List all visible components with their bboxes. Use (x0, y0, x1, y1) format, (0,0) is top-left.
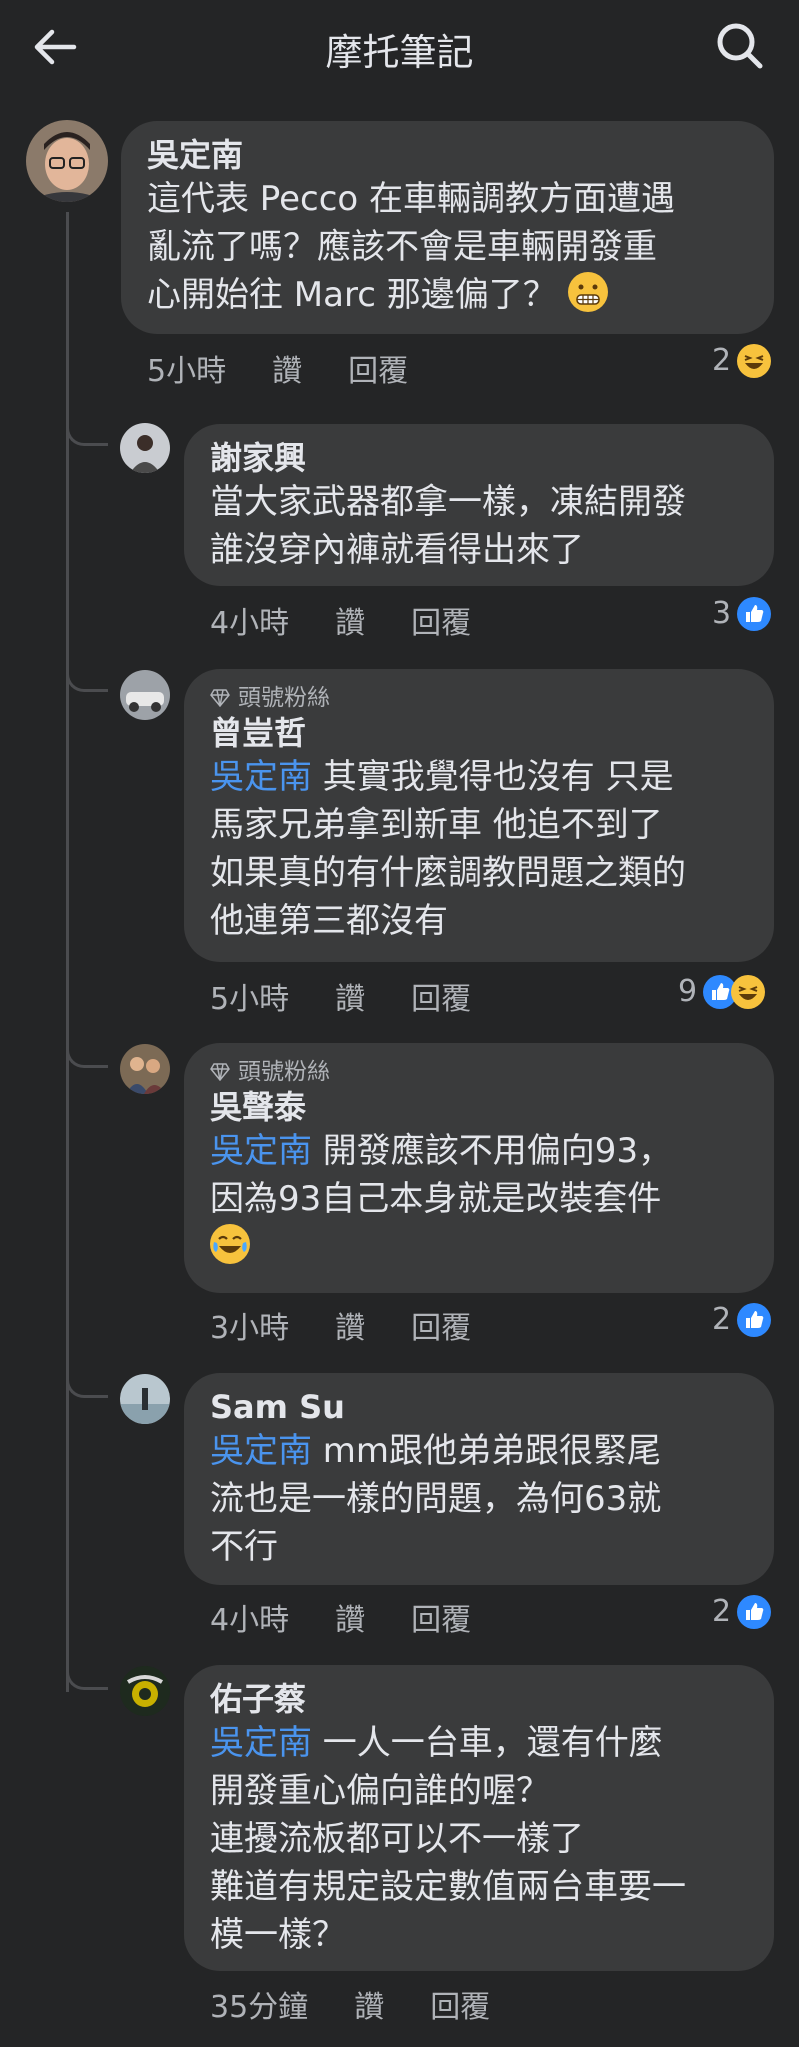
comment-time[interactable]: 4小時 (210, 598, 289, 642)
avatar[interactable] (120, 1666, 170, 1716)
comment-author[interactable]: 曾豈哲 (210, 713, 748, 753)
comment-bubble: 頭號粉絲 曾豈哲 吳定南 其實我覺得也沒有 只是 馬家兄弟拿到新車 他追不到了 … (184, 669, 774, 962)
diamond-icon (210, 689, 230, 707)
top-bar: 摩托筆記 (0, 0, 799, 96)
reaction-count: 9 (678, 974, 698, 1009)
tears-of-joy-emoji-icon (210, 1224, 250, 1264)
grimacing-emoji-icon (567, 272, 608, 312)
reaction-summary[interactable]: 2 (712, 1302, 772, 1337)
top-fan-badge: 頭號粉絲 (210, 683, 748, 713)
reply-button[interactable]: 回覆 (348, 346, 408, 390)
comment-meta: 4小時 讚 回覆 (210, 1595, 471, 1639)
comment-meta: 35分鐘 讚 回覆 (210, 1982, 490, 2026)
comment-meta: 5小時 讚 回覆 (210, 974, 471, 1018)
avatar[interactable] (120, 670, 170, 720)
comment-text: 吳定南 開發應該不用偏向93， 因為93自己本身就是改裝套件 (210, 1127, 748, 1271)
haha-reaction-icon (731, 974, 766, 1009)
comment-time[interactable]: 3小時 (210, 1303, 289, 1347)
thread-branch (66, 1358, 108, 1398)
mention-link[interactable]: 吳定南 (210, 757, 312, 797)
reply-button[interactable]: 回覆 (411, 1303, 471, 1347)
comment-author[interactable]: 吳定南 (147, 135, 748, 175)
comment-meta: 4小時 讚 回覆 (210, 598, 471, 642)
like-button[interactable]: 讚 (335, 598, 365, 642)
comment-time[interactable]: 5小時 (210, 974, 289, 1018)
comment-text: 當大家武器都拿一樣，凍結開發 誰沒穿內褲就看得出來了 (210, 482, 686, 570)
comment-text: 這代表 Pecco 在車輛調教方面遭遇 亂流了嗎？應該不會是車輛開發重 心開始往… (147, 179, 676, 315)
comment-author[interactable]: 佑子蔡 (210, 1679, 748, 1719)
comment-time[interactable]: 5小時 (147, 346, 226, 390)
reaction-summary[interactable]: 2 (712, 1594, 772, 1629)
haha-reaction-icon (737, 343, 772, 378)
mention-link[interactable]: 吳定南 (210, 1431, 312, 1471)
comment-text: 吳定南 其實我覺得也沒有 只是 馬家兄弟拿到新車 他追不到了 如果真的有什麼調教… (210, 757, 686, 941)
reply-button[interactable]: 回覆 (411, 598, 471, 642)
diamond-icon (210, 1063, 230, 1081)
comment-meta: 5小時 讚 回覆 (147, 346, 408, 390)
thread-branch (66, 406, 108, 446)
comment-bubble: 謝家興 當大家武器都拿一樣，凍結開發 誰沒穿內褲就看得出來了 (184, 424, 774, 586)
thread-branch (66, 1650, 108, 1690)
like-button[interactable]: 讚 (335, 1303, 365, 1347)
thread-branch (66, 1028, 108, 1068)
mention-link[interactable]: 吳定南 (210, 1723, 312, 1763)
avatar[interactable] (26, 120, 108, 202)
like-button[interactable]: 讚 (335, 1595, 365, 1639)
comment-time[interactable]: 4小時 (210, 1595, 289, 1639)
comment-time[interactable]: 35分鐘 (210, 1982, 308, 2026)
reaction-summary[interactable]: 9 (678, 974, 766, 1009)
reply-button[interactable]: 回覆 (411, 974, 471, 1018)
comment-author[interactable]: 謝家興 (210, 438, 748, 478)
like-button[interactable]: 讚 (335, 974, 365, 1018)
reaction-summary[interactable]: 2 (712, 343, 772, 378)
comment-bubble: 佑子蔡 吳定南 一人一台車，還有什麼 開發重心偏向誰的喔？ 連擾流板都可以不一樣… (184, 1665, 774, 1971)
search-icon[interactable] (712, 18, 766, 72)
like-reaction-icon (737, 1594, 772, 1629)
avatar[interactable] (120, 1374, 170, 1424)
comment-bubble: Sam Su 吳定南 mm跟他弟弟跟很緊尾 流也是一樣的問題，為何63就 不行 (184, 1373, 774, 1585)
thread-branch (66, 652, 108, 692)
avatar[interactable] (120, 1044, 170, 1094)
like-button[interactable]: 讚 (354, 1982, 384, 2026)
like-reaction-icon (737, 596, 772, 631)
comment-meta: 3小時 讚 回覆 (210, 1303, 471, 1347)
reaction-count: 2 (712, 1302, 732, 1337)
like-button[interactable]: 讚 (272, 346, 302, 390)
like-reaction-icon (737, 1302, 772, 1337)
comment-author[interactable]: Sam Su (210, 1387, 748, 1427)
avatar[interactable] (120, 423, 170, 473)
reaction-count: 2 (712, 1594, 732, 1629)
comment-bubble: 吳定南 這代表 Pecco 在車輛調教方面遭遇 亂流了嗎？應該不會是車輛開發重 … (121, 121, 774, 334)
comment-bubble: 頭號粉絲 吳聲泰 吳定南 開發應該不用偏向93， 因為93自己本身就是改裝套件 (184, 1043, 774, 1293)
comment-author[interactable]: 吳聲泰 (210, 1087, 748, 1127)
reply-button[interactable]: 回覆 (411, 1595, 471, 1639)
mention-link[interactable]: 吳定南 (210, 1131, 312, 1171)
reaction-count: 3 (712, 596, 732, 631)
page-title: 摩托筆記 (325, 31, 474, 74)
top-fan-badge: 頭號粉絲 (210, 1057, 748, 1087)
reaction-summary[interactable]: 3 (712, 596, 772, 631)
comment-text: 吳定南 一人一台車，還有什麼 開發重心偏向誰的喔？ 連擾流板都可以不一樣了 難道… (210, 1723, 686, 1955)
reply-button[interactable]: 回覆 (430, 1982, 490, 2026)
comment-text: 吳定南 mm跟他弟弟跟很緊尾 流也是一樣的問題，為何63就 不行 (210, 1431, 662, 1567)
reaction-count: 2 (712, 343, 732, 378)
